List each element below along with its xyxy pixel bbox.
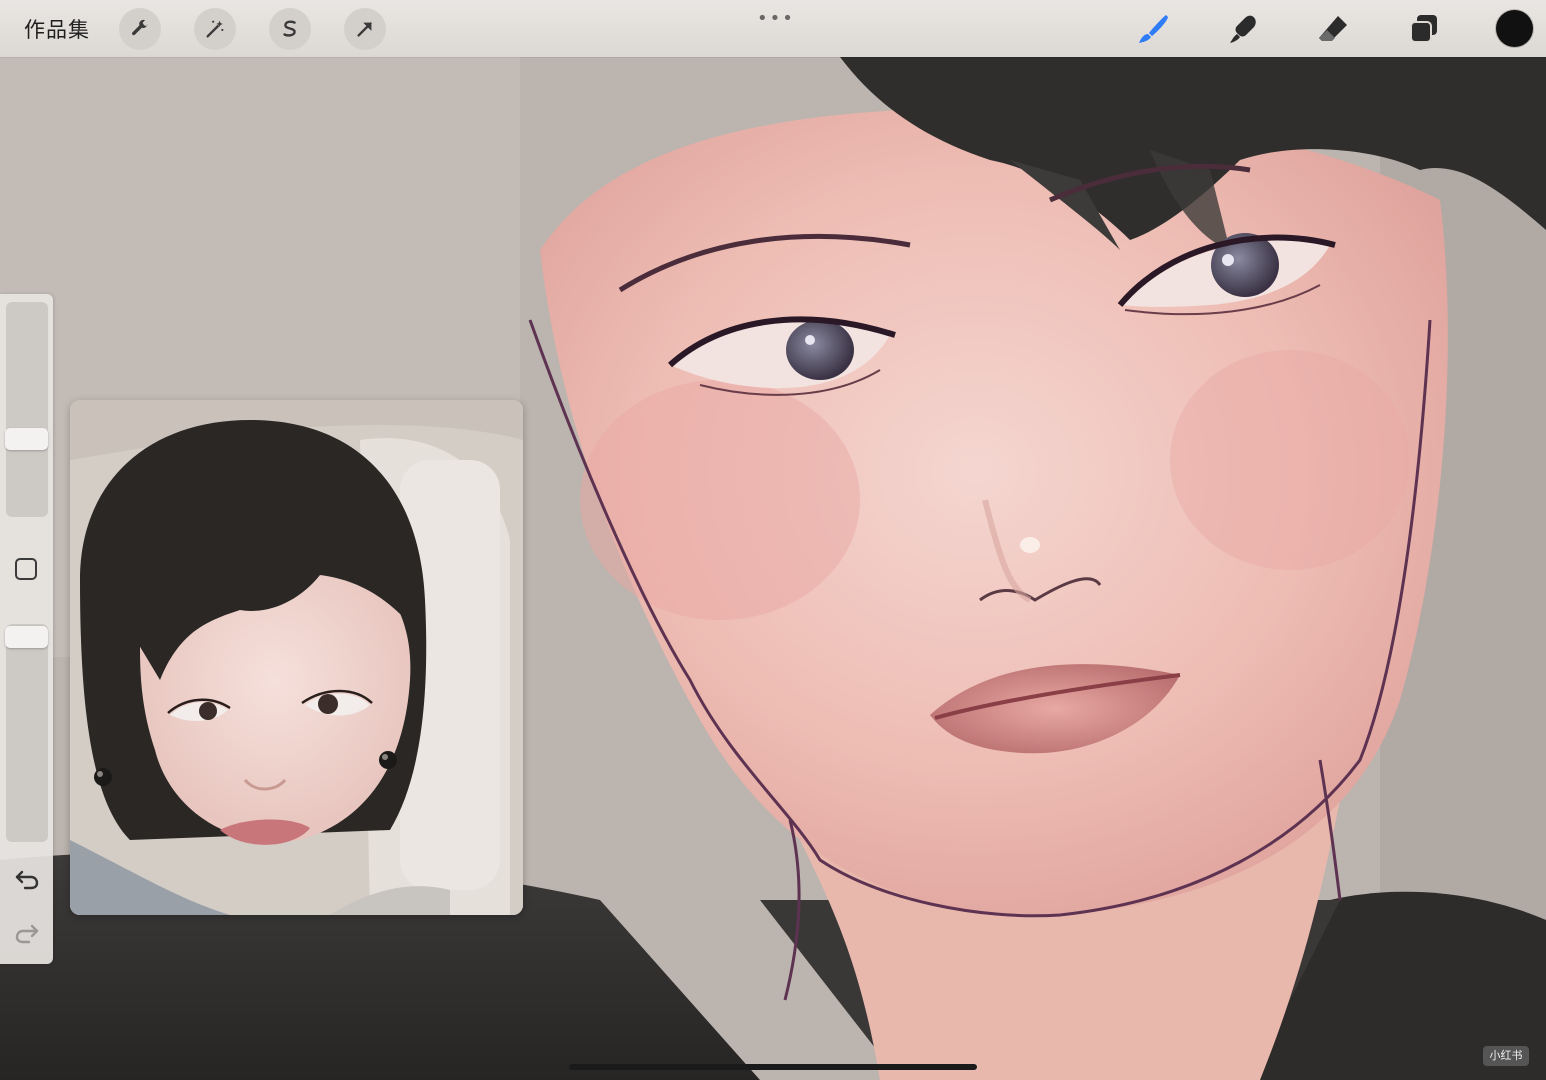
reference-photo bbox=[70, 400, 523, 915]
actions-button[interactable] bbox=[119, 8, 161, 50]
smudge-icon bbox=[1230, 15, 1256, 43]
watermark-badge: 小红书 bbox=[1483, 1046, 1529, 1066]
adjustments-button[interactable] bbox=[194, 8, 236, 50]
redo-icon[interactable] bbox=[13, 918, 41, 946]
transform-arrow-icon bbox=[357, 22, 372, 37]
selection-button[interactable] bbox=[269, 8, 311, 50]
undo-icon[interactable] bbox=[13, 864, 41, 892]
left-sidebar bbox=[0, 294, 53, 964]
color-picker-button[interactable] bbox=[1496, 10, 1533, 47]
transform-button[interactable] bbox=[344, 8, 386, 50]
reference-window[interactable] bbox=[70, 400, 523, 915]
brush-size-slider[interactable] bbox=[5, 302, 48, 517]
layers-icon bbox=[1410, 15, 1437, 43]
eraser-icon bbox=[1319, 16, 1347, 41]
wrench-icon bbox=[132, 19, 148, 36]
more-options-button[interactable]: ••• bbox=[757, 8, 795, 29]
home-indicator[interactable] bbox=[569, 1064, 977, 1070]
magic-wand-icon bbox=[206, 20, 224, 38]
modify-button[interactable] bbox=[15, 558, 37, 580]
top-toolbar: 作品集 ••• bbox=[0, 0, 1546, 57]
selection-icon bbox=[283, 20, 296, 37]
smudge-tool-button[interactable] bbox=[1224, 10, 1262, 48]
layers-button[interactable] bbox=[1405, 10, 1443, 48]
eraser-tool-button[interactable] bbox=[1314, 10, 1352, 48]
procreate-app: 作品集 ••• 小红书 bbox=[0, 0, 1546, 1080]
gallery-button[interactable]: 作品集 bbox=[24, 14, 90, 44]
opacity-slider[interactable] bbox=[5, 624, 48, 842]
brush-size-thumb[interactable] bbox=[5, 428, 48, 450]
brush-icon bbox=[1139, 15, 1168, 43]
brush-tool-button[interactable] bbox=[1134, 10, 1172, 48]
opacity-thumb[interactable] bbox=[5, 626, 48, 648]
